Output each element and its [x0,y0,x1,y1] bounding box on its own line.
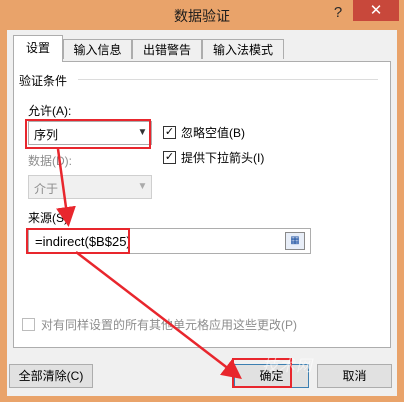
chevron-down-icon: ▼ [137,181,148,192]
group-divider [78,79,378,80]
dialog-body: 设置 输入信息 出错警告 输入法模式 验证条件 允许(A): 序列 ▼ ✓ 忽略… [7,30,397,396]
data-value: 介于 [34,182,59,196]
apply-all-label: 对有同样设置的所有其他单元格应用这些更改(P) [41,318,297,332]
ignore-blank-checkbox[interactable]: ✓ [163,126,176,139]
chevron-down-icon[interactable]: ▼ [134,122,151,144]
validation-criteria-label: 验证条件 [19,74,68,88]
tab-error-alert[interactable]: 出错警告 [132,39,202,59]
clear-all-button[interactable]: 全部清除(C) [9,364,93,388]
help-button[interactable]: ? [329,4,347,22]
allow-value: 序列 [34,128,59,142]
watermark: 技术网 [262,358,314,375]
range-picker-icon[interactable]: ▦ [285,232,305,250]
source-value: =indirect($B$25) [35,234,131,249]
tab-ime-mode[interactable]: 输入法模式 [202,39,284,59]
title-bar: 数据验证 ? ✕ [0,0,404,30]
source-input[interactable]: =indirect($B$25) ▦ [28,228,311,254]
tab-settings[interactable]: 设置 [13,35,63,62]
dropdown-arrow-checkbox[interactable]: ✓ [163,151,176,164]
tab-input-message[interactable]: 输入信息 [63,39,132,59]
source-label: 来源(S): [28,211,72,225]
dropdown-arrow-label: 提供下拉箭头(I) [181,151,265,165]
ignore-blank-label: 忽略空值(B) [181,126,245,140]
apply-all-checkbox [22,318,35,331]
data-label: 数据(D): [28,154,72,168]
close-button[interactable]: ✕ [353,0,399,21]
allow-label: 允许(A): [28,104,72,118]
allow-select[interactable]: 序列 ▼ [28,121,152,145]
data-select: 介于 ▼ [28,175,152,199]
settings-panel: 验证条件 允许(A): 序列 ▼ ✓ 忽略空值(B) ✓ 提供下拉箭头(I) 数… [13,61,391,348]
cancel-button[interactable]: 取消 [317,364,392,388]
